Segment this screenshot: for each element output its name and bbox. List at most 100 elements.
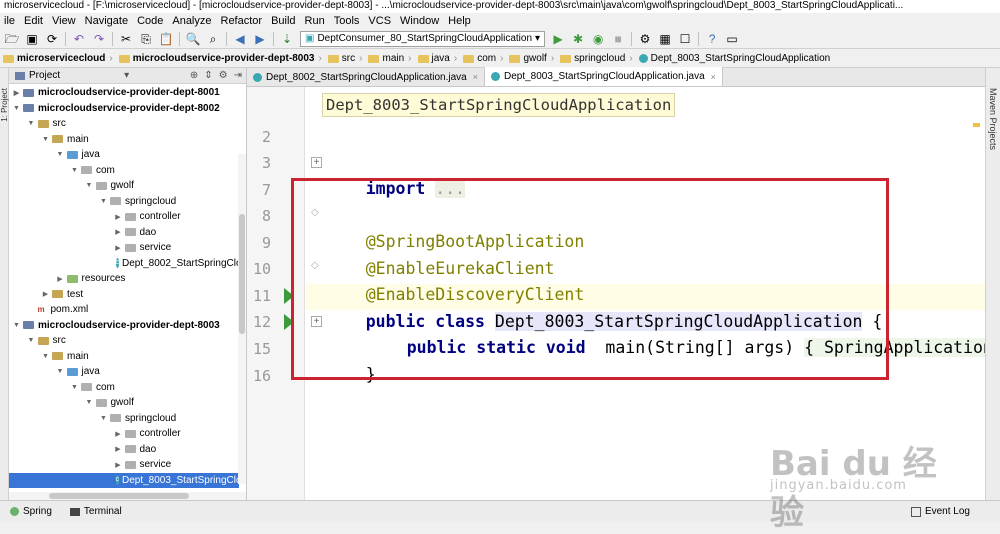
close-icon[interactable]: × — [711, 72, 716, 82]
collapse-icon[interactable]: ⇕ — [204, 70, 212, 81]
chevron-right-icon[interactable]: ▶ — [56, 275, 65, 283]
tree-horizontal-scrollbar[interactable] — [9, 492, 246, 500]
menu-item-help[interactable]: Help — [444, 14, 476, 28]
run-icon[interactable]: ▶ — [550, 31, 566, 47]
chevron-down-icon[interactable]: ▾ — [124, 70, 129, 81]
menu-item-navigate[interactable]: Navigate — [81, 14, 133, 28]
tree-vertical-scrollbar[interactable] — [238, 154, 246, 484]
chevron-right-icon[interactable]: ▶ — [114, 244, 123, 252]
chevron-right-icon[interactable]: ▶ — [12, 89, 21, 97]
chevron-down-icon[interactable]: ▼ — [27, 337, 36, 344]
tree-item[interactable]: ▶ dao — [9, 225, 239, 240]
tree-item[interactable]: ▼ com — [9, 163, 239, 178]
chevron-right-icon[interactable]: ▶ — [114, 445, 123, 453]
chevron-down-icon[interactable]: ▼ — [12, 322, 21, 329]
editor-tab[interactable]: Dept_8003_StartSpringCloudApplication.ja… — [484, 67, 723, 86]
breadcrumb-item[interactable]: microservicecloud › — [0, 51, 116, 67]
chevron-down-icon[interactable]: ▼ — [99, 198, 108, 205]
copy-icon[interactable]: ⎘ — [138, 31, 154, 47]
tree-item[interactable]: ▶ test — [9, 287, 239, 302]
tree-item[interactable]: ▼ gwolf — [9, 395, 239, 410]
chevron-right-icon[interactable]: ▶ — [114, 213, 123, 221]
breadcrumb-item[interactable]: java › — [415, 51, 461, 67]
tree-item[interactable]: ▼ src — [9, 333, 239, 348]
maven-projects-tab[interactable]: Maven Projects — [988, 88, 998, 150]
paste-icon[interactable]: 📋 — [158, 31, 174, 47]
breadcrumb-item[interactable]: springcloud › — [557, 51, 636, 67]
tree-item[interactable]: ▼ springcloud — [9, 411, 239, 426]
chevron-down-icon[interactable]: ▼ — [70, 384, 79, 391]
tree-item[interactable]: ▶ resources — [9, 271, 239, 286]
menu-item-build[interactable]: Build — [267, 14, 300, 28]
tree-item[interactable]: ▼ src — [9, 116, 239, 131]
stop-icon[interactable]: ■ — [610, 31, 626, 47]
breadcrumb-item[interactable]: src › — [325, 51, 366, 67]
save-all-icon[interactable]: ▣ — [24, 31, 40, 47]
tree-item[interactable]: ▶ dao — [9, 442, 239, 457]
menu-item-code[interactable]: Code — [133, 14, 168, 28]
locate-icon[interactable]: ⊕ — [190, 70, 198, 81]
chevron-down-icon[interactable]: ▼ — [27, 120, 36, 127]
tree-item[interactable]: ▶ controller — [9, 426, 239, 441]
project-structure-icon[interactable]: ▦ — [657, 31, 673, 47]
tree-item[interactable]: ▼ microcloudservice-provider-dept-8003 — [9, 318, 239, 333]
tree-item[interactable]: ▼ gwolf — [9, 178, 239, 193]
tree-item[interactable]: ▼ java — [9, 364, 239, 379]
open-folder-icon[interactable]: 🗁 — [4, 31, 20, 47]
breadcrumb-item[interactable]: gwolf › — [506, 51, 557, 67]
breadcrumb-item[interactable]: main › — [365, 51, 414, 67]
terminal-tool-button[interactable]: Terminal — [69, 506, 122, 517]
build-icon[interactable]: ⇣ — [279, 31, 295, 47]
menu-item-edit[interactable]: Edit — [20, 14, 48, 28]
debug-icon[interactable]: ✱ — [570, 31, 586, 47]
chevron-down-icon[interactable]: ▼ — [41, 136, 50, 143]
scroll-thumb[interactable] — [239, 214, 245, 334]
run-configuration-select[interactable]: ▣ DeptConsumer_80_StartSpringCloudApplic… — [300, 30, 546, 47]
tree-item[interactable]: cDept_8002_StartSpringCloudApplication — [9, 256, 246, 271]
menu-item-analyze[interactable]: Analyze — [168, 14, 216, 28]
chevron-down-icon[interactable]: ▼ — [70, 167, 79, 174]
replace-icon[interactable]: ⌕ — [205, 31, 221, 47]
sdk-icon[interactable]: ☐ — [677, 31, 693, 47]
expand-import-icon[interactable]: + — [311, 157, 322, 168]
event-log-button[interactable]: Event Log — [910, 506, 970, 517]
find-icon[interactable]: 🔍 — [185, 31, 201, 47]
cut-icon[interactable]: ✂ — [118, 31, 134, 47]
back-icon[interactable]: ◀ — [232, 31, 248, 47]
hide-icon[interactable]: ⇥ — [234, 70, 242, 81]
tree-item[interactable]: ▼ microcloudservice-provider-dept-8002 — [9, 101, 239, 116]
tree-item[interactable]: ▶ controller — [9, 209, 239, 224]
close-icon[interactable]: × — [473, 72, 478, 82]
menu-item-run[interactable]: Run — [301, 14, 330, 28]
redo-icon[interactable]: ↷ — [91, 31, 107, 47]
sync-icon[interactable]: ⟳ — [44, 31, 60, 47]
tree-item[interactable]: ▼ com — [9, 380, 239, 395]
breadcrumb-item[interactable]: microcloudservice-provider-dept-8003 › — [116, 51, 325, 67]
chevron-right-icon[interactable]: ▶ — [41, 290, 50, 298]
chevron-right-icon[interactable]: ▶ — [114, 430, 123, 438]
gear-icon[interactable]: ⚙ — [219, 70, 228, 81]
tree-item[interactable]: ▶ microcloudservice-provider-dept-8001 — [9, 85, 239, 100]
project-tool-label[interactable]: 1: Project — [0, 88, 9, 122]
breadcrumb-item[interactable]: Dept_8003_StartSpringCloudApplication — [636, 51, 834, 67]
menu-item-tools[interactable]: Tools — [330, 14, 365, 28]
tree-item[interactable]: ▶ service — [9, 240, 239, 255]
terminal-icon[interactable]: ▭ — [724, 31, 740, 47]
chevron-right-icon[interactable]: ▶ — [114, 461, 123, 469]
tree-item[interactable]: ▼ java — [9, 147, 239, 162]
forward-icon[interactable]: ▶ — [252, 31, 268, 47]
editor-warning-marker[interactable] — [973, 123, 980, 127]
chevron-down-icon[interactable]: ▼ — [85, 182, 94, 189]
chevron-down-icon[interactable]: ▼ — [99, 415, 108, 422]
tree-item[interactable]: m pom.xml — [9, 302, 239, 317]
menu-item-refactor[interactable]: Refactor — [217, 14, 268, 28]
breadcrumb-item[interactable]: com › — [460, 51, 506, 67]
tree-item[interactable]: ▼ main — [9, 132, 239, 147]
menu-item-window[interactable]: Window — [396, 14, 444, 28]
scroll-thumb[interactable] — [49, 493, 189, 499]
chevron-down-icon[interactable]: ▼ — [41, 353, 50, 360]
menu-item-view[interactable]: View — [48, 14, 81, 28]
code-line-3[interactable]: import ... — [247, 150, 985, 198]
chevron-right-icon[interactable]: ▶ — [114, 228, 123, 236]
project-panel-title[interactable]: Project — [29, 70, 60, 81]
